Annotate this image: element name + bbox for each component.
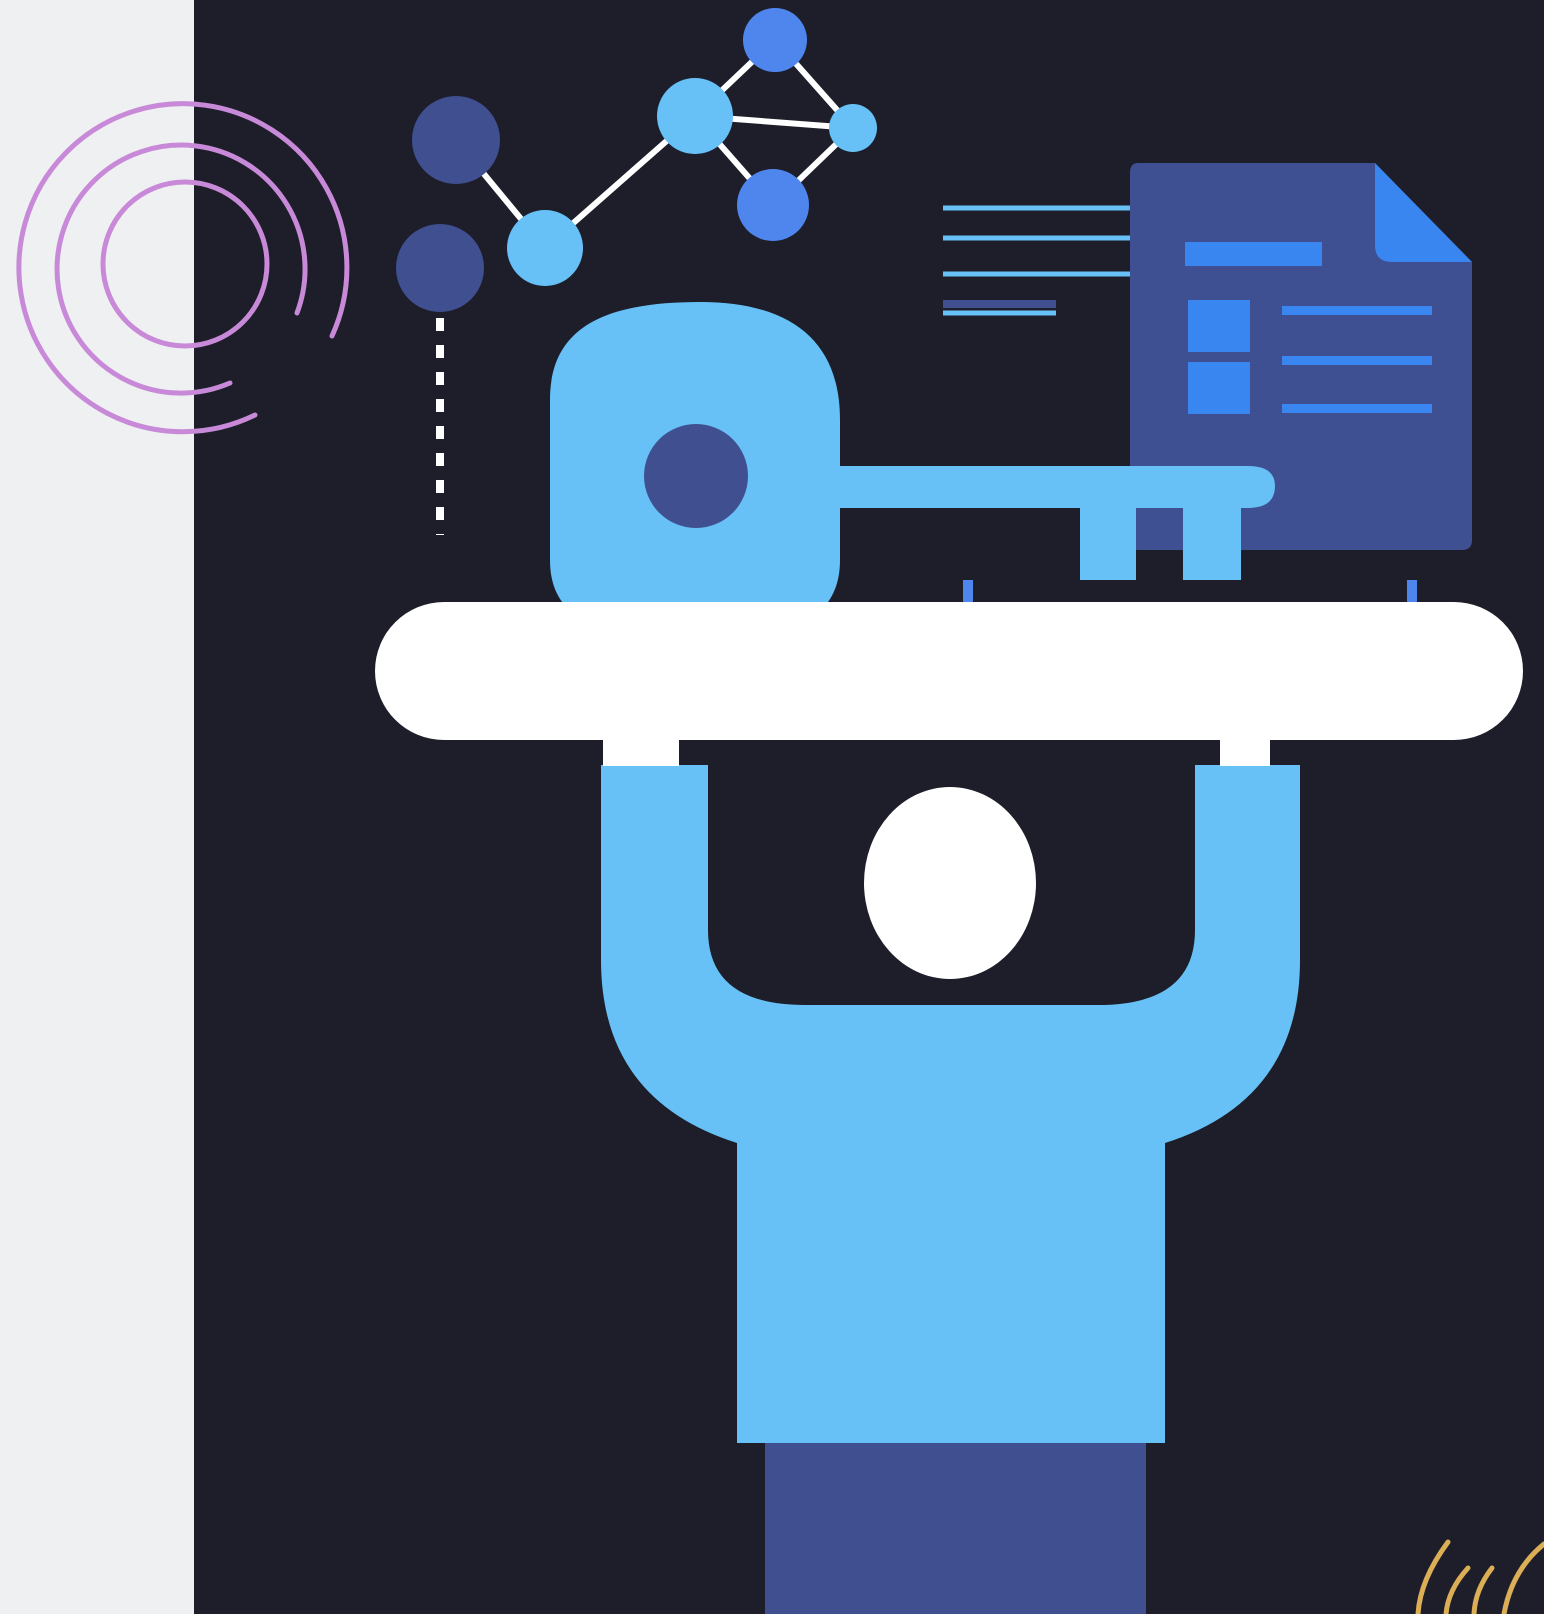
graph-node [412, 96, 500, 184]
graph-node [743, 8, 807, 72]
graph-node [829, 104, 877, 152]
graph-node [507, 210, 583, 286]
graph-node [396, 224, 484, 312]
key-hole [644, 424, 748, 528]
person-head [864, 787, 1036, 979]
graph-node [737, 169, 809, 241]
person-legs [765, 1443, 1146, 1614]
graph-node [657, 78, 733, 154]
illustration-canvas [0, 0, 1544, 1614]
held-bar [375, 602, 1523, 740]
